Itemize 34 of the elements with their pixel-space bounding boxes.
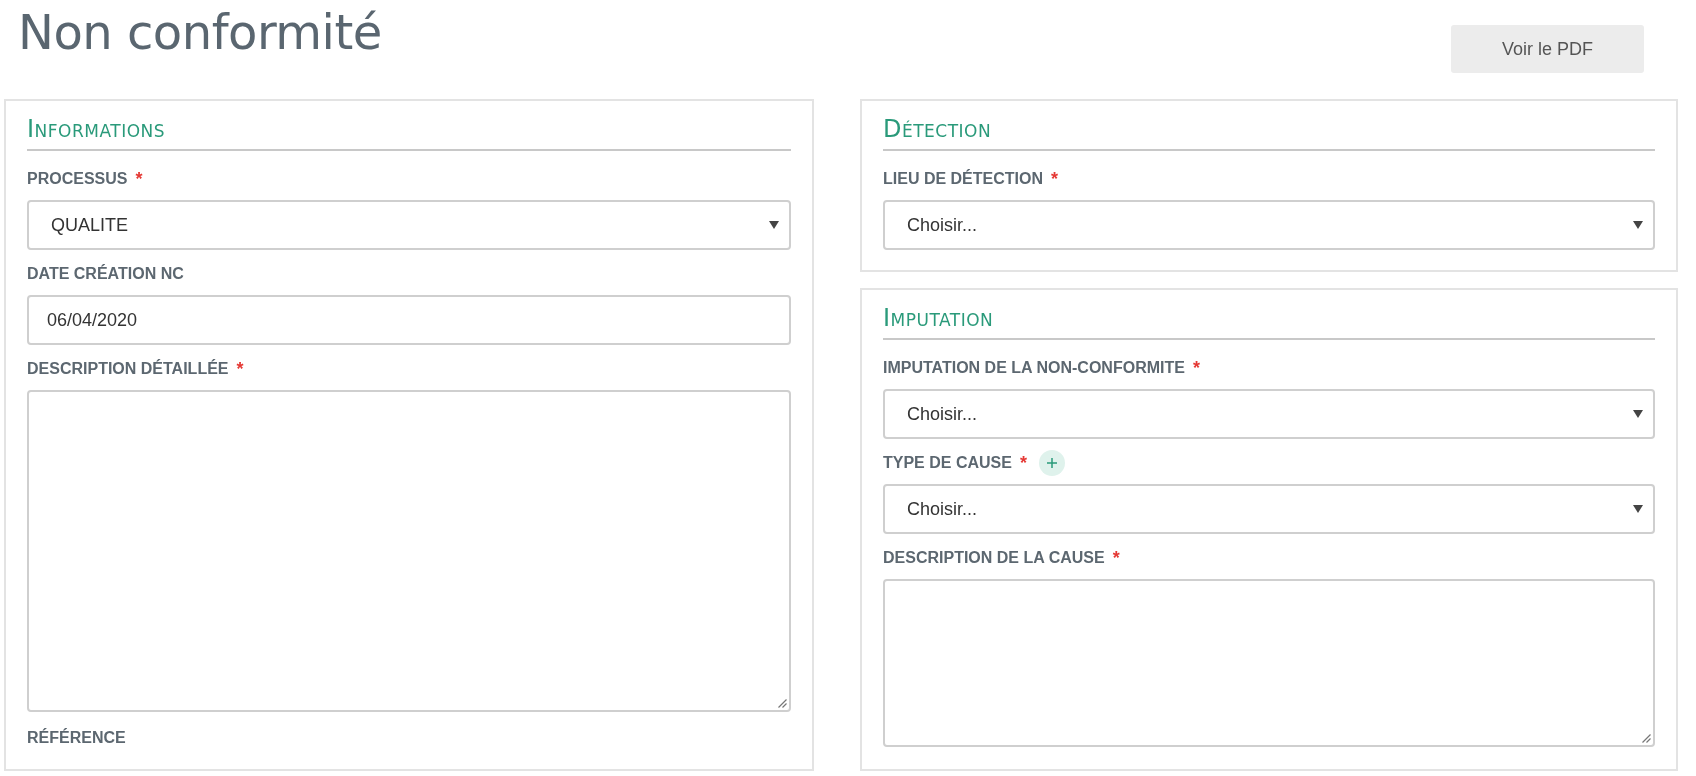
select-field[interactable]: Choisir... [883,484,1655,534]
resize-handle-icon [1642,734,1651,743]
required-mark: * [1019,452,1027,474]
field-label: LIEU DE DÉTECTION [883,170,1043,188]
field-label: TYPE DE CAUSE [883,454,1012,472]
view-pdf-button[interactable]: Voir le PDF [1451,25,1644,73]
text-area[interactable] [27,390,791,712]
resize-handle-icon [778,699,787,708]
section-title: Imputation [883,298,1655,340]
section-title: Détection [883,109,1655,151]
select-field[interactable]: Choisir... [883,200,1655,250]
page-title: Non conformité [18,4,382,60]
section-title: Informations [27,109,791,151]
caret-icon [1633,221,1643,229]
required-mark: * [1051,168,1059,190]
field-label: DATE CRÉATION NC [27,265,184,283]
field-label: IMPUTATION DE LA NON-CONFORMITE [883,359,1185,377]
caret-icon [769,221,779,229]
plus-icon [1045,457,1058,469]
caret-icon [1633,505,1643,513]
text-area[interactable] [883,579,1655,747]
date-field[interactable]: 06/04/2020 [27,295,791,345]
select-field[interactable]: Choisir... [883,389,1655,439]
required-mark: * [1192,357,1200,379]
field-label: PROCESSUS [27,170,128,188]
select-field[interactable]: QUALITE [27,200,791,250]
required-mark: * [1112,547,1120,569]
required-mark: * [236,358,244,380]
caret-icon [1633,410,1643,418]
field-label: DESCRIPTION DE LA CAUSE [883,549,1105,567]
add-button[interactable] [1038,450,1065,476]
field-label: RÉFÉRENCE [27,729,126,747]
field-label: DESCRIPTION DÉTAILLÉE [27,360,229,378]
required-mark: * [135,168,143,190]
